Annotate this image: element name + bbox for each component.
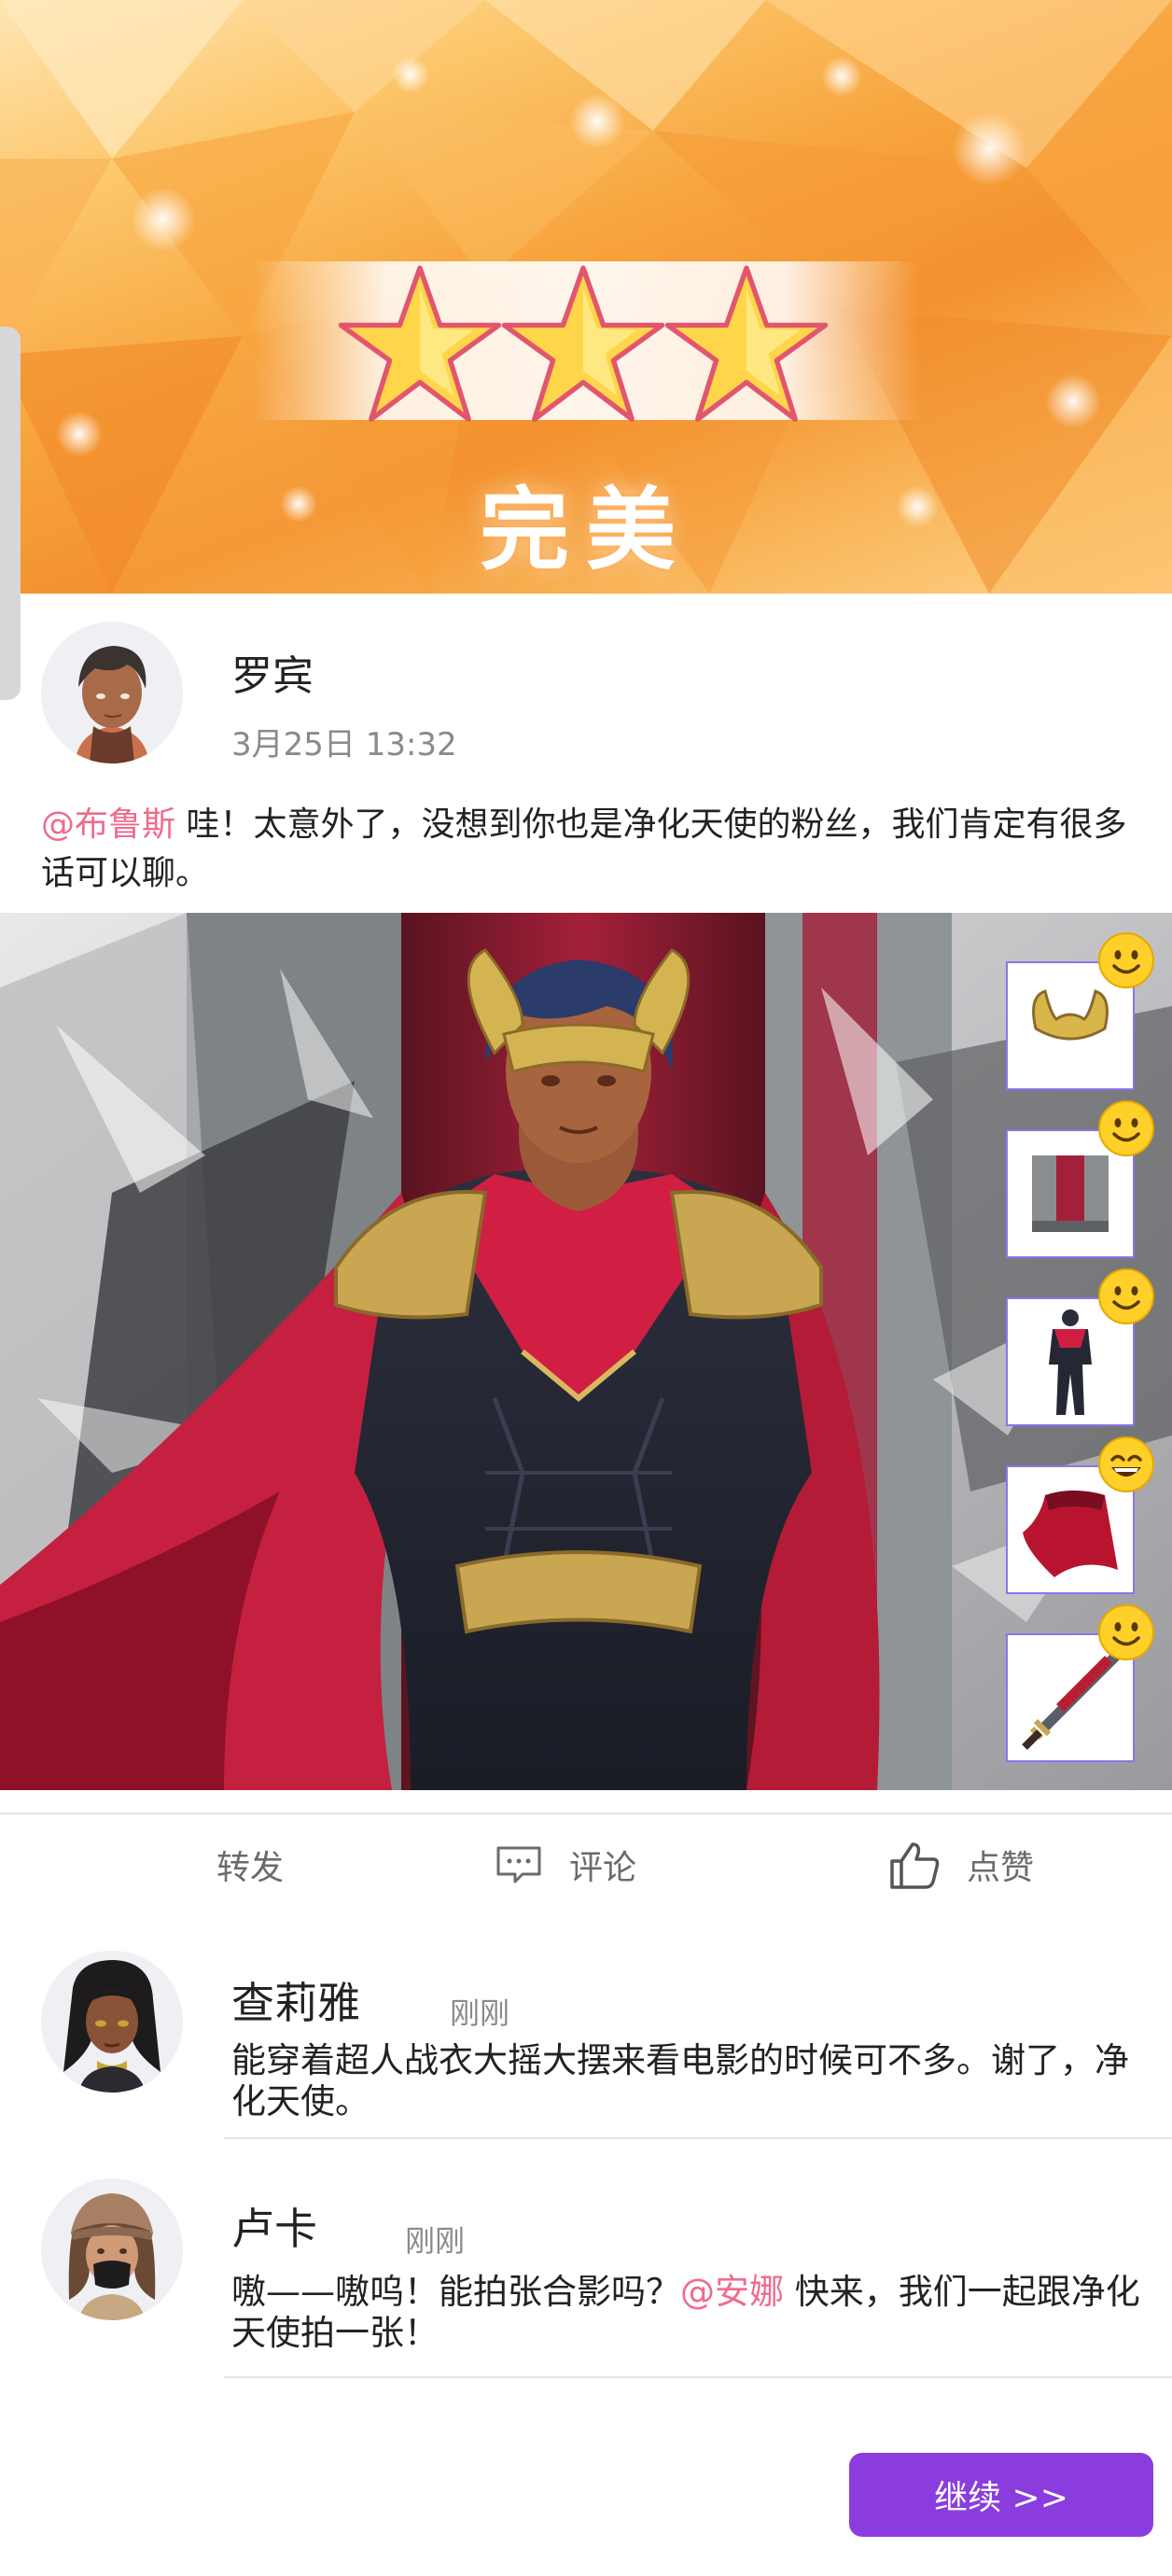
comment-divider <box>224 2137 1172 2139</box>
post-timestamp: 3月25日 13:32 <box>231 726 457 763</box>
sparkle <box>952 112 1026 187</box>
divider <box>0 1813 1172 1814</box>
comment-button[interactable]: 评论 <box>495 1835 636 1895</box>
grin-emoji-icon <box>1098 1436 1154 1492</box>
rating-banner: 完美 <box>0 0 1172 594</box>
comment-avatar[interactable] <box>41 1951 183 2093</box>
continue-button[interactable]: 继续 >> <box>849 2453 1153 2537</box>
comment-text: 嗷——嗷呜！能拍张合影吗？@安娜 快来，我们一起跟净化天使拍一张！ <box>231 2272 1146 2354</box>
thumbs-up-icon <box>890 1842 940 1889</box>
comment-time: 刚刚 <box>450 1995 510 2031</box>
comment-author[interactable]: 查莉雅 <box>231 1969 360 2031</box>
star-icon <box>501 265 665 422</box>
star-icon <box>664 265 829 422</box>
sparkle <box>131 187 196 252</box>
comment-time: 刚刚 <box>405 2223 466 2259</box>
sparkle <box>1045 373 1101 429</box>
side-drawer-handle[interactable] <box>0 327 21 700</box>
comment-label: 评论 <box>569 1849 637 1887</box>
smile-emoji-icon <box>1098 932 1154 988</box>
comment-avatar[interactable] <box>41 2178 183 2320</box>
like-label: 点赞 <box>967 1849 1035 1887</box>
post-body: @布鲁斯 哇！太意外了，没想到你也是净化天使的粉丝，我们肯定有很多话可以聊。 <box>41 801 1142 898</box>
smile-emoji-icon <box>1098 1268 1154 1324</box>
star-icon <box>338 265 502 422</box>
sparkle <box>392 56 429 93</box>
like-button[interactable]: 点赞 <box>888 1835 1034 1895</box>
comment-author[interactable]: 卢卡 <box>231 2195 317 2257</box>
share-label: 转发 <box>216 1849 285 1887</box>
mention-link[interactable]: @安娜 <box>680 2272 784 2312</box>
share-button[interactable]: 转发 <box>216 1835 284 1895</box>
comment-icon <box>496 1846 541 1883</box>
post-author-avatar[interactable] <box>41 622 183 763</box>
post-text: 哇！太意外了，没想到你也是净化天使的粉丝，我们肯定有很多话可以聊。 <box>41 805 1127 892</box>
post-image[interactable] <box>0 913 1172 1790</box>
mention-link[interactable]: @布鲁斯 <box>41 805 175 844</box>
comment-text-part: 嗷——嗷呜！能拍张合影吗？ <box>231 2272 680 2312</box>
rating-label: 完美 <box>480 478 692 582</box>
smile-emoji-icon <box>1098 1100 1154 1156</box>
comment-text: 能穿着超人战衣大摇大摆来看电影的时候可不多。谢了，净化天使。 <box>231 2040 1129 2121</box>
sparkle <box>821 56 862 97</box>
hero-illustration <box>0 913 1172 1790</box>
smile-emoji-icon <box>1098 1604 1154 1660</box>
post-author-name[interactable]: 罗宾 <box>231 642 314 702</box>
sparkle <box>56 411 103 457</box>
sparkle <box>569 93 625 149</box>
comment-divider <box>224 2376 1172 2378</box>
star-rating <box>336 261 840 439</box>
